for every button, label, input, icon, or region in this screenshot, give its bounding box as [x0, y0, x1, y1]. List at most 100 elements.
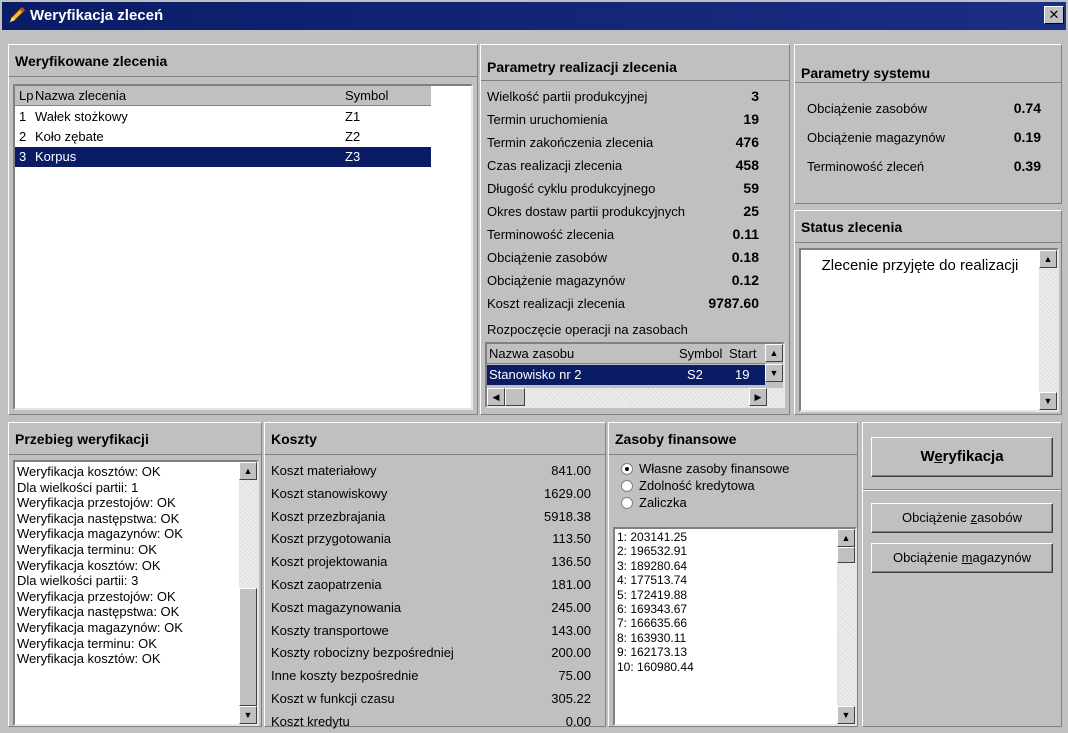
col-name[interactable]: Nazwa zlecenia [35, 88, 126, 103]
ops-grid[interactable]: Nazwa zasobu Symbol Start Stanowisko nr … [485, 342, 785, 408]
log-line: Weryfikacja przestojów: OK [17, 495, 176, 511]
status-box[interactable]: Zlecenie przyjęte do realizacji ▲ ▼ [799, 248, 1059, 412]
close-icon: ✕ [1048, 7, 1060, 22]
scroll-down-button[interactable]: ▼ [765, 364, 783, 382]
ops-col-start[interactable]: Start [729, 346, 756, 361]
ops-col-symbol[interactable]: Symbol [679, 346, 722, 361]
window-title: Weryfikacja zleceń [30, 7, 164, 24]
log-line: Weryfikacja terminu: OK [17, 635, 157, 651]
system-value: 0.19 [1013, 129, 1041, 145]
cost-value: 75.00 [558, 668, 591, 684]
scroll-right-button[interactable]: ▶ [749, 388, 767, 406]
costs-panel: Koszty Koszt materiałowy 841.00 Koszt stan… [264, 422, 606, 729]
log-line: Weryfikacja następstwa: OK [17, 510, 180, 526]
col-lp[interactable]: Lp [19, 88, 33, 103]
order-name: Wałek stożkowy [35, 109, 128, 124]
log-list[interactable]: Weryfikacja kosztów: OK Dla wielkości par… [13, 460, 259, 726]
log-line: Weryfikacja terminu: OK [17, 542, 157, 557]
log-line: Weryfikacja następstwa: OK [17, 604, 180, 620]
cost-row: Koszt zaopatrzenia 181.00 [265, 575, 605, 596]
list-item[interactable]: 4: 177513.74 [617, 573, 687, 587]
load-warehouses-button[interactable]: Obciążenie magazynów [871, 543, 1053, 573]
cost-label: Koszty robocizny bezpośredniej [271, 645, 454, 661]
list-item[interactable]: 7: 166635.66 [617, 616, 687, 630]
scroll-down-button[interactable]: ▼ [837, 706, 855, 724]
ops-vscroll[interactable]: ▲ ▼ [765, 344, 783, 388]
log-scroll-thumb[interactable] [239, 588, 257, 706]
cost-row: Koszt przezbrajania 5918.38 [265, 507, 605, 528]
cost-value: 305.22 [551, 691, 591, 706]
list-item[interactable]: 10: 160980.44 [617, 660, 694, 674]
list-item[interactable]: 9: 162173.13 [617, 645, 687, 659]
funds-title: Zasoby finansowe [609, 423, 857, 455]
list-item[interactable]: 1: 203141.25 [617, 530, 687, 544]
table-row[interactable]: 3 Korpus Z3 [15, 147, 431, 167]
scroll-up-button[interactable]: ▲ [239, 462, 257, 480]
scroll-up-button[interactable]: ▲ [837, 529, 855, 547]
ops-row[interactable]: Stanowisko nr 2 S2 19 [487, 365, 765, 385]
log-line: Dla wielkości partii: 1 [17, 479, 139, 495]
cost-label: Koszt kredytu [271, 713, 350, 729]
order-lp: 1 [19, 109, 27, 124]
verify-button[interactable]: Weryfikacja [871, 437, 1053, 477]
title-bar[interactable]: Weryfikacja zleceń ✕ [2, 2, 1066, 30]
orders-list[interactable]: Lp Nazwa zlecenia Symbol 1 Wałek stożkowy… [13, 84, 473, 410]
ops-cell-name: Stanowisko nr 2 [489, 367, 582, 382]
order-symbol: Z2 [345, 129, 361, 144]
cost-row: Koszt przygotowania 113.50 [265, 529, 605, 550]
pencil-icon [9, 7, 25, 23]
radio-button[interactable] [621, 480, 633, 492]
table-row[interactable]: 1 Wałek stożkowy Z1 [15, 107, 431, 127]
param-value: 476 [735, 134, 759, 150]
orders-header: Lp Nazwa zlecenia Symbol [15, 86, 431, 106]
load-resources-button[interactable]: Obciążenie zasobów [871, 503, 1053, 533]
funds-list[interactable]: 1: 203141.25 2: 196532.91 3: 189280.64 4: 1… [613, 527, 857, 726]
cost-row: Koszty robocizny bezpośredniej 200.00 [265, 643, 605, 664]
hscroll-thumb[interactable] [505, 388, 525, 406]
param-label: Obciążenie magazynów [487, 273, 626, 288]
radio-button[interactable] [621, 497, 633, 509]
ops-col-name[interactable]: Nazwa zasobu [489, 346, 574, 361]
scroll-down-button[interactable]: ▼ [1039, 392, 1057, 410]
system-label: Obciążenie magazynów [807, 130, 946, 145]
list-item[interactable]: 6: 169343.67 [617, 602, 687, 616]
param-label: Koszt realizacji zlecenia [487, 296, 626, 311]
costs-title: Koszty [265, 423, 605, 455]
list-item[interactable]: 3: 189280.64 [617, 559, 687, 573]
status-vscroll[interactable]: ▲ ▼ [1039, 250, 1057, 410]
scroll-down-button[interactable]: ▼ [239, 706, 257, 724]
list-item[interactable]: 5: 172419.88 [617, 588, 687, 602]
log-line: Weryfikacja kosztów: OK [17, 651, 161, 667]
system-label: Terminowość zleceń [807, 159, 925, 174]
param-value: 25 [743, 203, 759, 219]
log-line: Weryfikacja kosztów: OK [17, 557, 161, 573]
scroll-left-button[interactable]: ◀ [487, 388, 505, 406]
cost-row: Koszt projektowania 136.50 [265, 552, 605, 573]
system-value: 0.74 [1013, 100, 1041, 116]
list-item[interactable]: 8: 163930.11 [617, 631, 686, 645]
param-value: 9787.60 [708, 295, 759, 311]
funds-vscroll[interactable]: ▲ ▼ [837, 529, 855, 724]
cost-label: Koszty transportowe [271, 622, 389, 638]
scroll-up-button[interactable]: ▲ [1039, 250, 1057, 268]
funds-panel: Zasoby finansowe Własne zasoby finansowe… [608, 422, 858, 727]
table-row[interactable]: 2 Koło zębate Z2 [15, 127, 431, 147]
close-button[interactable]: ✕ [1044, 6, 1064, 24]
actions-divider [863, 489, 1061, 491]
cost-value: 0.00 [565, 713, 591, 729]
scroll-up-button[interactable]: ▲ [765, 344, 783, 362]
order-name: Korpus [35, 149, 77, 164]
cost-row: Koszt w funkcji czasu 305.22 [265, 689, 605, 710]
log-vscroll[interactable]: ▲ ▼ [239, 462, 257, 724]
ops-header: Nazwa zasobu Symbol Start [487, 344, 765, 364]
param-label: Termin uruchomienia [487, 112, 608, 127]
radio-button[interactable] [621, 463, 633, 475]
list-item[interactable]: 2: 196532.91 [617, 544, 687, 558]
orders-panel: Weryfikowane zlecenia Lp Nazwa zlecenia … [8, 44, 478, 415]
param-label: Okres dostaw partii produkcyjnych [487, 204, 685, 219]
funds-scroll-thumb[interactable] [837, 547, 855, 563]
cost-label: Koszt stanowiskowy [271, 485, 388, 501]
ops-hscroll[interactable]: ◀ ▶ [487, 388, 783, 406]
col-symbol[interactable]: Symbol [345, 88, 388, 103]
param-label: Czas realizacji zlecenia [487, 158, 623, 173]
